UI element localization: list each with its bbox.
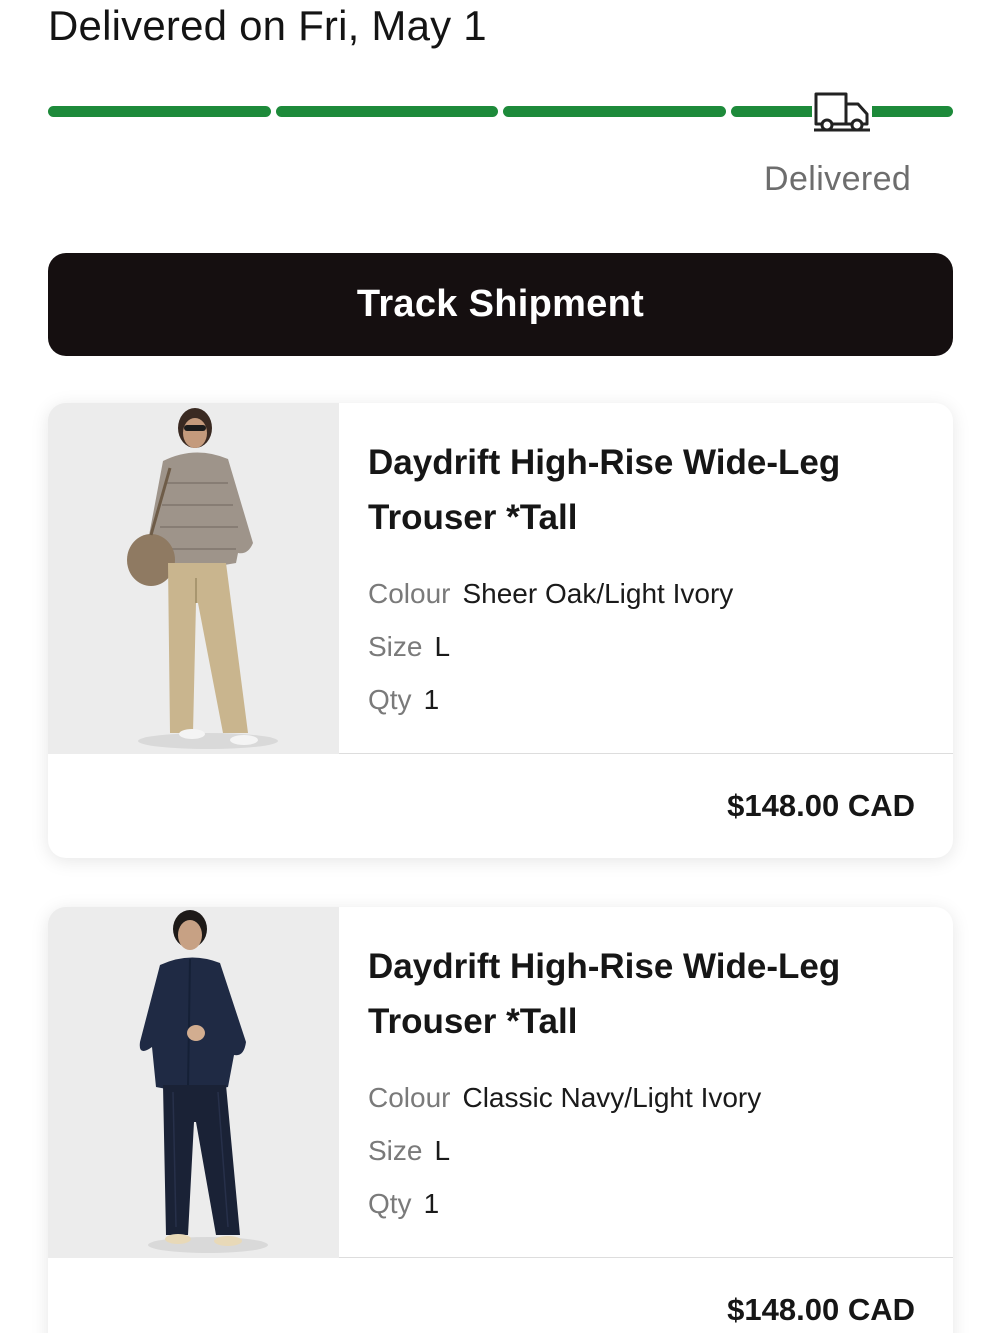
delivery-status-title: Delivered on Fri, May 1 bbox=[48, 2, 487, 49]
colour-label: Colour bbox=[368, 578, 451, 609]
order-item-card[interactable]: Daydrift High-Rise Wide-Leg Trouser *Tal… bbox=[48, 403, 953, 858]
size-value: L bbox=[434, 1135, 451, 1166]
colour-value: Sheer Oak/Light Ivory bbox=[462, 578, 734, 609]
order-item-card[interactable]: Daydrift High-Rise Wide-Leg Trouser *Tal… bbox=[48, 907, 953, 1333]
size-value: L bbox=[434, 631, 451, 662]
product-image[interactable] bbox=[48, 403, 339, 754]
size-label: Size bbox=[368, 631, 423, 662]
qty-row: Qty 1 bbox=[368, 1177, 923, 1230]
product-name[interactable]: Daydrift High-Rise Wide-Leg Trouser *Tal… bbox=[368, 435, 923, 545]
qty-label: Qty bbox=[368, 684, 412, 715]
progress-segment-3 bbox=[503, 106, 726, 117]
size-label: Size bbox=[368, 1135, 423, 1166]
size-row: Size L bbox=[368, 620, 923, 673]
item-price: $148.00 CAD bbox=[727, 1292, 915, 1327]
delivery-status-label: Delivered bbox=[764, 160, 912, 198]
product-image[interactable] bbox=[48, 907, 339, 1258]
colour-label: Colour bbox=[368, 1082, 451, 1113]
size-row: Size L bbox=[368, 1124, 923, 1177]
qty-row: Qty 1 bbox=[368, 673, 923, 726]
progress-segment-1 bbox=[48, 106, 271, 117]
colour-value: Classic Navy/Light Ivory bbox=[462, 1082, 762, 1113]
colour-row: Colour Classic Navy/Light Ivory bbox=[368, 1071, 923, 1124]
product-name[interactable]: Daydrift High-Rise Wide-Leg Trouser *Tal… bbox=[368, 939, 923, 1049]
colour-row: Colour Sheer Oak/Light Ivory bbox=[368, 567, 923, 620]
truck-icon bbox=[812, 90, 872, 136]
qty-value: 1 bbox=[423, 684, 440, 715]
track-shipment-button[interactable]: Track Shipment bbox=[48, 253, 953, 356]
qty-label: Qty bbox=[368, 1188, 412, 1219]
item-price: $148.00 CAD bbox=[727, 788, 915, 823]
progress-segment-2 bbox=[275, 106, 498, 117]
qty-value: 1 bbox=[423, 1188, 440, 1219]
